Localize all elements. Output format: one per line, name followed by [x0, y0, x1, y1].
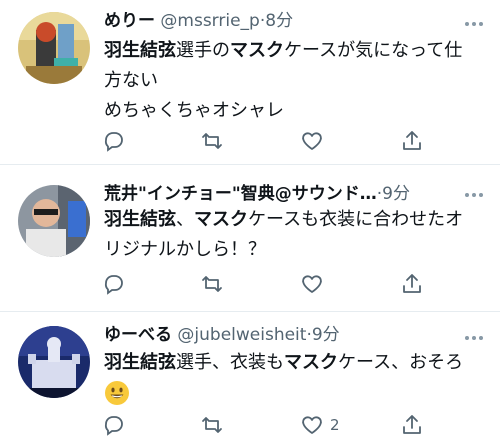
text-line — [104, 378, 484, 408]
text-line: 羽生結弦、マスクケースも衣装に合わせたオ — [104, 209, 464, 230]
share-icon — [403, 274, 421, 293]
tweet-2[interactable]: 荒井"インチョー"智典@サウンド…·9分 羽生結弦、マスクケースも衣装に合わせた… — [0, 165, 500, 310]
display-name[interactable]: めりー — [104, 11, 155, 31]
tweet-text: 羽生結弦選手のマスクケースが気になって仕 方ない めちゃくちゃオシャレ — [104, 36, 484, 126]
tweet-1[interactable]: めりー @mssrrie_p·8分 羽生結弦選手のマスクケースが気になって仕 方… — [0, 0, 500, 160]
avatar[interactable] — [18, 12, 90, 84]
like-icon — [302, 275, 322, 293]
more-icon[interactable] — [462, 14, 486, 34]
timestamp[interactable]: 9分 — [382, 184, 410, 204]
share-button[interactable] — [400, 126, 424, 156]
like-button[interactable] — [300, 269, 330, 299]
more-icon[interactable] — [462, 185, 486, 205]
action-bar: 2 — [100, 410, 440, 440]
action-bar — [100, 126, 440, 156]
text-line: 方ない — [104, 70, 158, 91]
retweet-icon — [202, 417, 222, 433]
retweet-button[interactable] — [200, 126, 224, 156]
action-bar — [100, 269, 440, 299]
tweet-text: 羽生結弦、マスクケースも衣装に合わせたオ リジナルかしら！？ — [104, 205, 484, 265]
tweet-header: めりー @mssrrie_p·8分 — [104, 11, 294, 31]
display-name[interactable]: ゆーべる — [104, 325, 172, 345]
share-button[interactable] — [400, 410, 424, 440]
tweet-header: 荒井"インチョー"智典@サウンド…·9分 — [104, 184, 410, 204]
reply-icon — [104, 416, 123, 436]
reply-button[interactable] — [102, 126, 126, 156]
text-line: 羽生結弦選手、衣装もマスクケース、おそろ — [104, 352, 464, 373]
smile-emoji — [105, 381, 129, 405]
timestamp[interactable]: 8分 — [265, 11, 293, 31]
text-line: リジナルかしら！？ — [104, 239, 266, 260]
avatar[interactable] — [18, 185, 90, 257]
more-icon[interactable] — [462, 328, 486, 348]
tweet-header: ゆーべる @jubelweisheit·9分 — [104, 325, 340, 345]
tweet-3[interactable]: ゆーべる @jubelweisheit·9分 羽生結弦選手、衣装もマスクケース、… — [0, 312, 500, 444]
share-icon — [403, 131, 421, 150]
like-button[interactable] — [300, 126, 330, 156]
share-icon — [403, 415, 421, 434]
retweet-icon — [202, 133, 222, 149]
avatar[interactable] — [18, 326, 90, 398]
text-line: 羽生結弦選手のマスクケースが気になって仕 — [104, 40, 463, 61]
retweet-button[interactable] — [200, 410, 224, 440]
reply-icon — [104, 132, 123, 152]
timestamp[interactable]: 9分 — [312, 325, 340, 345]
retweet-icon — [202, 276, 222, 292]
reply-button[interactable] — [102, 410, 126, 440]
reply-icon — [104, 275, 123, 295]
like-icon — [302, 132, 322, 150]
like-icon — [302, 416, 322, 434]
reply-button[interactable] — [102, 269, 126, 299]
display-name[interactable]: 荒井"インチョー"智典@サウンド… — [104, 184, 377, 204]
tweet-text: 羽生結弦選手、衣装もマスクケース、おそろ — [104, 348, 484, 408]
text-line: めちゃくちゃオシャレ — [104, 100, 284, 121]
share-button[interactable] — [400, 269, 424, 299]
retweet-button[interactable] — [200, 269, 224, 299]
like-button[interactable]: 2 — [300, 410, 340, 440]
user-handle[interactable]: @jubelweisheit — [177, 325, 306, 345]
like-count: 2 — [330, 416, 340, 434]
user-handle[interactable]: @mssrrie_p — [160, 11, 259, 31]
